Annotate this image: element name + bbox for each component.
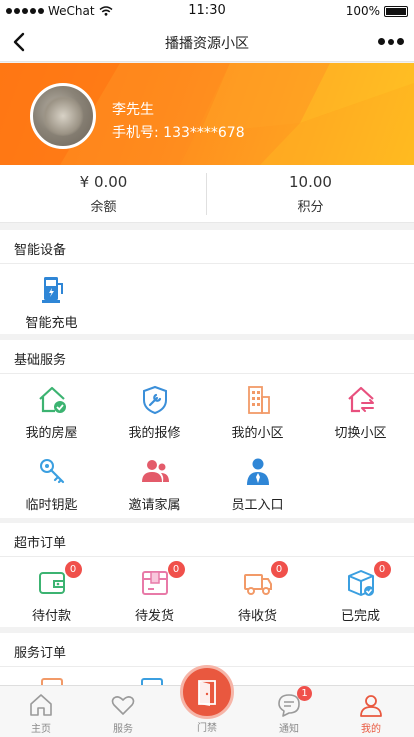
wallet-icon: 0 <box>36 561 82 599</box>
section-header-market: 超市订单 <box>0 523 414 557</box>
tab-label: 主页 <box>31 724 51 735</box>
key-icon <box>36 456 68 488</box>
points-amount: 10.00 <box>289 173 332 191</box>
section-title: 基础服务 <box>14 353 67 368</box>
switch-community-button[interactable]: 切换小区 <box>309 384 412 441</box>
more-dot-icon <box>388 38 394 45</box>
section-header-service: 服务订单 <box>0 633 414 667</box>
grid-item-label: 待发货 <box>134 609 174 624</box>
grid-item-label: 智能充电 <box>25 316 78 331</box>
invite-family-icon <box>139 456 171 488</box>
balance-cell[interactable]: ¥ 0.00 余额 <box>0 173 207 215</box>
staff-icon <box>242 456 274 488</box>
grid-item-label: 员工入口 <box>231 498 284 513</box>
pending-receipt-button[interactable]: 0 待收货 <box>206 561 309 624</box>
grid-item-label: 我的房屋 <box>25 426 78 441</box>
pending-shipment-button[interactable]: 0 待发货 <box>103 561 206 624</box>
temp-key-button[interactable]: 临时钥匙 <box>0 456 103 513</box>
grid-item-label: 已完成 <box>340 609 380 624</box>
tab-label: 通知 <box>279 724 299 735</box>
package-icon: 0 <box>139 561 185 599</box>
tab-service[interactable]: 服务 <box>82 692 164 735</box>
tab-mine[interactable]: 我的 <box>330 692 412 735</box>
balance-label: 余额 <box>90 200 117 215</box>
grid-item-label: 待付款 <box>31 609 71 624</box>
user-icon <box>358 692 384 718</box>
tab-label: 服务 <box>113 724 133 735</box>
my-community-button[interactable]: 我的小区 <box>206 384 309 441</box>
tab-label: 我的 <box>361 724 381 735</box>
more-dot-icon <box>397 38 404 45</box>
balance-panel: ¥ 0.00 余额 10.00 积分 <box>0 165 414 223</box>
building-icon <box>242 384 274 416</box>
notice-badge: 1 <box>297 686 312 701</box>
section-market: 0 待付款 0 待发货 0 待收货 0 已完成 <box>0 557 414 627</box>
user-name: 李先生 <box>112 102 154 118</box>
user-phone: 手机号: 133****678 <box>112 125 245 141</box>
section-title: 服务订单 <box>14 646 67 661</box>
points-cell[interactable]: 10.00 积分 <box>207 173 414 215</box>
grid-item-label: 邀请家属 <box>128 498 181 513</box>
more-dot-icon <box>378 38 385 45</box>
repair-shield-icon <box>139 384 171 416</box>
tab-notice[interactable]: 1 通知 <box>248 686 330 735</box>
section-header-basic: 基础服务 <box>0 340 414 374</box>
house-check-icon <box>36 384 68 416</box>
avatar[interactable] <box>30 83 96 149</box>
completed-button[interactable]: 0 已完成 <box>309 561 412 624</box>
pending-payment-button[interactable]: 0 待付款 <box>0 561 103 624</box>
chat-icon: 1 <box>276 686 312 718</box>
battery-icon <box>384 5 408 17</box>
grid-item-label: 我的小区 <box>231 426 284 441</box>
home-icon <box>28 692 54 718</box>
grid-item-label: 临时钥匙 <box>25 498 78 513</box>
tab-label-door: 门禁 <box>197 723 217 734</box>
grid-item-label: 我的报修 <box>128 426 181 441</box>
charging-station-icon <box>36 274 68 306</box>
nav-bar: 播播资源小区 <box>0 22 414 62</box>
tab-home[interactable]: 主页 <box>0 692 82 735</box>
my-house-button[interactable]: 我的房屋 <box>0 384 103 441</box>
status-bar: WeChat 11:30 100% <box>0 0 414 22</box>
section-smart: 智能充电 <box>0 264 414 334</box>
invite-family-button[interactable]: 邀请家属 <box>103 456 206 513</box>
page-title: 播播资源小区 <box>165 36 249 52</box>
box-done-icon: 0 <box>345 561 391 599</box>
balance-amount: ¥ 0.00 <box>79 173 128 191</box>
section-basic: 我的房屋 我的报修 我的小区 切换小区 临时钥匙 邀请家属 员工入口 <box>0 374 414 518</box>
battery-percent: 100% <box>345 4 380 18</box>
staff-entrance-button[interactable]: 员工入口 <box>206 456 309 513</box>
truck-icon: 0 <box>242 561 288 599</box>
points-label: 积分 <box>297 200 324 215</box>
order-count-badge: 0 <box>270 561 288 578</box>
switch-house-icon <box>345 384 377 416</box>
more-button[interactable] <box>378 38 404 45</box>
grid-item-label: 切换小区 <box>334 426 387 441</box>
my-repair-button[interactable]: 我的报修 <box>103 384 206 441</box>
section-title: 智能设备 <box>14 243 67 258</box>
order-count-badge: 0 <box>64 561 82 578</box>
section-title: 超市订单 <box>14 536 67 551</box>
door-access-button[interactable] <box>180 665 234 719</box>
order-count-badge: 0 <box>373 561 391 578</box>
section-header-smart: 智能设备 <box>0 230 414 264</box>
order-count-badge: 0 <box>167 561 185 578</box>
door-icon <box>198 680 216 706</box>
smart-charging-button[interactable]: 智能充电 <box>0 274 103 331</box>
grid-item-label: 待收货 <box>237 609 277 624</box>
heart-icon <box>110 692 136 718</box>
